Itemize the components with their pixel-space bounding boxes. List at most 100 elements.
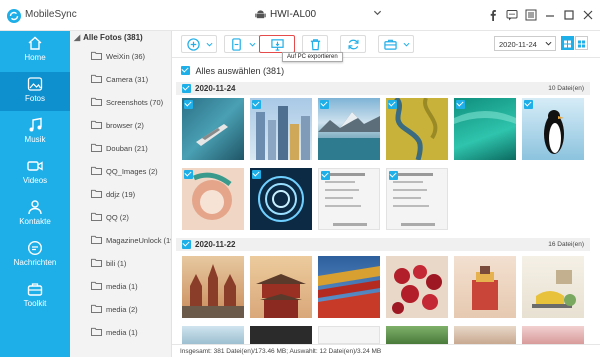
album-label: Douban (21) <box>106 144 148 153</box>
album-item[interactable]: media (1) <box>80 323 171 341</box>
grid-view-button[interactable] <box>561 36 574 50</box>
screenshot-thumbnail[interactable] <box>318 326 380 344</box>
photo-thumbnail[interactable] <box>318 98 380 160</box>
photo-thumbnail[interactable] <box>454 98 516 160</box>
checkbox-checked-icon <box>388 100 397 109</box>
app-name: MobileSync <box>25 9 77 20</box>
checkbox-checked-icon <box>320 100 329 109</box>
album-item[interactable]: MagazineUnlock (192) <box>80 231 171 249</box>
album-header-label: Alle Fotos (381) <box>83 33 143 42</box>
nav-item-nachrichten[interactable]: Nachrichten <box>0 236 70 275</box>
nav-item-kontakte[interactable]: Kontakte <box>0 195 70 234</box>
checkbox-checked-icon <box>181 66 190 75</box>
app-logo-icon <box>7 9 21 23</box>
to-device-button[interactable] <box>224 35 260 53</box>
album-item[interactable]: QQ_Images (2) <box>80 162 171 180</box>
photo-thumbnail[interactable] <box>182 326 244 344</box>
device-selector[interactable]: HWI-AL00 <box>255 6 385 24</box>
album-item[interactable]: Douban (21) <box>80 139 171 157</box>
group-date: 2020-11-24 <box>195 84 236 93</box>
nav-item-fotos[interactable]: Fotos <box>0 72 70 111</box>
date-group-header[interactable]: 2020-11-22 16 Datei(en) <box>176 238 590 251</box>
photo-thumbnail[interactable] <box>250 256 312 318</box>
photo-thumbnail[interactable] <box>250 326 312 344</box>
minimize-icon[interactable] <box>544 8 556 20</box>
add-button[interactable] <box>181 35 217 53</box>
photo-thumbnail[interactable] <box>522 256 584 318</box>
photo-thumbnail[interactable] <box>522 98 584 160</box>
nav-item-home[interactable]: Home <box>0 31 70 70</box>
album-item[interactable]: Camera (31) <box>80 70 171 88</box>
menu-icon[interactable] <box>525 8 537 21</box>
screenshot-thumbnail[interactable] <box>386 168 448 230</box>
plus-circle-icon <box>187 38 200 51</box>
select-all-checkbox[interactable]: Alles auswählen (381) <box>181 66 284 76</box>
maximize-icon[interactable] <box>563 8 575 20</box>
date-group-header[interactable]: 2020-11-24 10 Datei(en) <box>176 82 590 95</box>
delete-button[interactable] <box>302 35 328 53</box>
date-filter-select[interactable]: 2020-11-24 <box>494 36 556 51</box>
nav-label: Musik <box>24 135 46 144</box>
contacts-icon <box>28 200 42 215</box>
photo-thumbnail[interactable] <box>522 326 584 344</box>
photo-thumbnail[interactable] <box>182 98 244 160</box>
photo-thumbnail[interactable] <box>250 168 312 230</box>
feedback-icon[interactable] <box>506 8 518 21</box>
photo-thumbnail[interactable] <box>386 98 448 160</box>
nav-label: Home <box>24 53 46 62</box>
checkbox-checked-icon <box>389 171 398 180</box>
nav-item-musik[interactable]: Musik <box>0 113 70 152</box>
album-label: media (1) <box>106 328 138 337</box>
checkbox-checked-icon <box>182 240 191 249</box>
nav-label: Nachrichten <box>13 258 57 267</box>
folder-icon <box>91 74 102 83</box>
album-label: QQ (2) <box>106 213 129 222</box>
photo-thumbnail[interactable] <box>250 98 312 160</box>
nav-label: Kontakte <box>19 217 51 226</box>
album-item[interactable]: ddjz (19) <box>80 185 171 203</box>
nav-item-videos[interactable]: Videos <box>0 154 70 193</box>
album-item[interactable]: bili (1) <box>80 254 171 272</box>
album-all-photos[interactable]: ◢ Alle Fotos (381) <box>74 33 143 47</box>
music-icon <box>29 117 42 132</box>
export-to-pc-button[interactable] <box>259 35 295 53</box>
chevron-down-icon <box>545 41 552 46</box>
close-icon[interactable] <box>582 8 594 20</box>
list-view-button[interactable] <box>575 36 588 50</box>
nav-label: Videos <box>22 176 48 185</box>
album-label: media (1) <box>106 282 138 291</box>
trash-icon <box>310 39 321 51</box>
photo-thumbnail[interactable] <box>318 256 380 318</box>
photo-thumbnail[interactable] <box>454 256 516 318</box>
album-item[interactable]: media (2) <box>80 300 171 318</box>
refresh-button[interactable] <box>340 35 366 53</box>
nav-label: Fotos <box>24 94 45 103</box>
date-filter-value: 2020-11-24 <box>499 40 537 49</box>
checkbox-checked-icon <box>252 100 261 109</box>
screenshot-thumbnail[interactable] <box>318 168 380 230</box>
album-item[interactable]: QQ (2) <box>80 208 171 226</box>
album-item[interactable]: media (1) <box>80 277 171 295</box>
photo-thumbnail[interactable] <box>454 326 516 344</box>
export-tooltip: Auf PC exportieren <box>282 52 343 62</box>
facebook-icon[interactable] <box>487 8 499 21</box>
album-item[interactable]: browser (2) <box>80 116 171 134</box>
folder-icon <box>91 189 102 198</box>
checkbox-checked-icon <box>252 170 261 179</box>
photo-thumbnail[interactable] <box>182 256 244 318</box>
album-label: bili (1) <box>106 259 127 268</box>
group-date: 2020-11-22 <box>195 240 236 249</box>
chevron-down-icon <box>403 42 410 47</box>
photo-thumbnail[interactable] <box>182 168 244 230</box>
device-name: HWI-AL00 <box>270 9 317 20</box>
toolbox-button[interactable] <box>378 35 414 53</box>
photo-thumbnail[interactable] <box>386 326 448 344</box>
chevron-down-icon <box>373 10 382 16</box>
album-label: MagazineUnlock (192) <box>106 236 171 245</box>
nav-item-toolkit[interactable]: Toolkit <box>0 277 70 316</box>
folder-icon <box>91 97 102 106</box>
album-item[interactable]: Screenshots (70) <box>80 93 171 111</box>
album-item[interactable]: WeiXin (36) <box>80 47 171 65</box>
main-nav: Home Fotos Musik Videos Kontakte Nachric… <box>0 31 70 357</box>
photo-thumbnail[interactable] <box>386 256 448 318</box>
